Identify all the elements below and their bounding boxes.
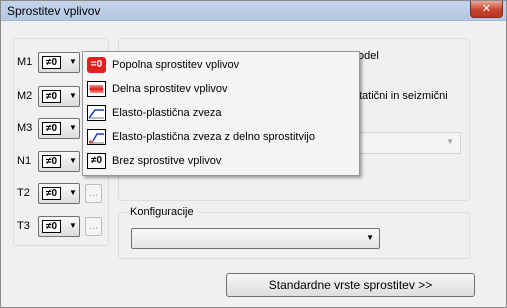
release-button-m3[interactable]: ≠0 ▼ xyxy=(38,118,80,139)
ne0-icon: ≠0 xyxy=(42,122,61,135)
menu-item-label: Elasto-plastična zveza z delno sprostitv… xyxy=(112,131,315,143)
chevron-down-icon: ▼ xyxy=(446,137,454,146)
release-button-m1[interactable]: ≠0 ▼ xyxy=(38,52,80,73)
menu-item-label: Brez sprostitve vplivov xyxy=(112,155,222,167)
menu-item-label: Delna sprostitev vplivov xyxy=(112,83,228,95)
t2-details-button[interactable]: ... xyxy=(85,184,102,203)
configuration-combobox[interactable]: ▼ xyxy=(131,228,380,249)
release-button-n1[interactable]: ≠0 ▼ xyxy=(38,151,80,172)
row-label-m3: M3 xyxy=(17,122,33,134)
menu-item-elasto-plastic-partial[interactable]: Elasto-plastična zveza z delno sprostitv… xyxy=(85,127,357,149)
window-title: Sprostitev vplivov xyxy=(7,4,101,18)
chevron-down-icon: ▼ xyxy=(69,123,77,132)
row-label-n1: N1 xyxy=(17,155,32,167)
menu-item-elasto-plastic[interactable]: Elasto-plastična zveza xyxy=(85,103,357,125)
menu-item-label: Popolna sprostitev vplivov xyxy=(112,59,240,71)
model-text: odel xyxy=(358,50,379,62)
menu-item-full-release[interactable]: =0 Popolna sprostitev vplivov xyxy=(85,55,357,77)
eq0-icon: =0 xyxy=(87,57,106,73)
ne0-icon: ≠0 xyxy=(87,153,106,169)
chevron-down-icon: ▼ xyxy=(69,57,77,66)
row-label-t2: T2 xyxy=(17,187,30,199)
release-button-m2[interactable]: ≠0 ▼ xyxy=(38,86,80,107)
ne0-icon: ≠0 xyxy=(42,155,61,168)
release-dialog: Sprostitev vplivov ✕ odel tatični in sei… xyxy=(0,0,507,308)
menu-item-no-release[interactable]: ≠0 Brez sprostitve vplivov xyxy=(85,151,357,173)
standard-releases-button[interactable]: Standardne vrste sprostitev >> xyxy=(226,273,475,297)
chevron-down-icon: ▼ xyxy=(69,188,77,197)
t3-details-button[interactable]: ... xyxy=(85,217,102,236)
elasto-plastic-icon xyxy=(87,105,106,121)
chevron-down-icon: ▼ xyxy=(69,91,77,100)
row-label-m2: M2 xyxy=(17,90,33,102)
ne0-icon: ≠0 xyxy=(42,220,61,233)
row-label-t3: T3 xyxy=(17,220,30,232)
chevron-down-icon: ▼ xyxy=(69,156,77,165)
spring-icon xyxy=(87,81,106,97)
ne0-icon: ≠0 xyxy=(42,56,61,69)
menu-item-label: Elasto-plastična zveza xyxy=(112,107,222,119)
chevron-down-icon: ▼ xyxy=(366,233,374,242)
release-button-t2[interactable]: ≠0 ▼ xyxy=(38,183,80,204)
configuration-label: Konfiguracije xyxy=(127,206,197,218)
static-seismic-text: tatični in seizmični xyxy=(359,90,448,102)
menu-item-partial-release[interactable]: Delna sprostitev vplivov xyxy=(85,79,357,101)
elasto-plastic-partial-icon xyxy=(87,129,106,145)
chevron-down-icon: ▼ xyxy=(69,221,77,230)
release-button-t3[interactable]: ≠0 ▼ xyxy=(38,216,80,237)
row-label-m1: M1 xyxy=(17,56,33,68)
title-bar: Sprostitev vplivov ✕ xyxy=(1,1,506,21)
ne0-icon: ≠0 xyxy=(42,187,61,200)
close-button[interactable]: ✕ xyxy=(470,1,503,18)
release-type-menu: =0 Popolna sprostitev vplivov Delna spro… xyxy=(82,51,360,176)
ne0-icon: ≠0 xyxy=(42,90,61,103)
